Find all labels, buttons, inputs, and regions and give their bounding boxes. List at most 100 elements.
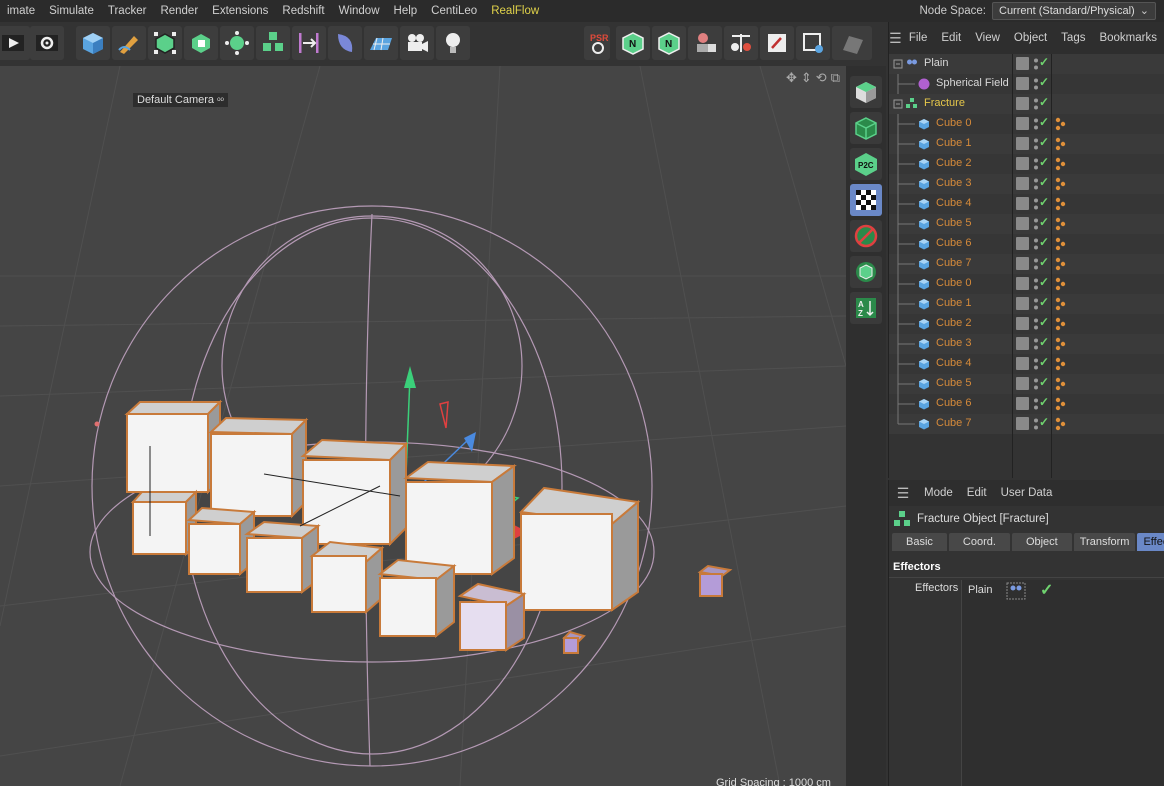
enabled-check-icon[interactable]: ✓ — [1039, 115, 1049, 129]
mograph-icon[interactable] — [256, 26, 290, 60]
enabled-check-icon[interactable]: ✓ — [1039, 155, 1049, 169]
layer-toggle-icon[interactable] — [1016, 57, 1029, 70]
layer-toggle-icon[interactable] — [1016, 357, 1029, 370]
effector-item-plain[interactable]: Plain — [968, 584, 992, 596]
layer-toggle-icon[interactable] — [1016, 197, 1029, 210]
render-tag-icon[interactable] — [850, 256, 882, 288]
no-render-icon[interactable] — [850, 220, 882, 252]
move-view-icon[interactable]: ✥ — [786, 70, 797, 86]
layer-toggle-icon[interactable] — [1016, 157, 1029, 170]
object-row[interactable]: Cube 3 ✓ — [889, 334, 1164, 354]
floor-icon[interactable] — [364, 26, 398, 60]
view-cube-icon[interactable] — [850, 76, 882, 108]
am-menu-mode[interactable]: Mode — [917, 487, 960, 499]
phong-tag-icon[interactable] — [1055, 317, 1067, 331]
menu-help[interactable]: Help — [387, 0, 425, 22]
layer-toggle-icon[interactable] — [1016, 337, 1029, 350]
subdivision-icon[interactable] — [148, 26, 182, 60]
object-name[interactable]: Cube 5 — [936, 377, 971, 389]
hamburger-icon[interactable]: ☰ — [889, 485, 917, 502]
node-icon[interactable]: N — [616, 26, 650, 60]
node-space-select[interactable]: Current (Standard/Physical) ⌄ — [992, 2, 1156, 20]
layer-toggle-icon[interactable] — [1016, 297, 1029, 310]
layer-toggle-icon[interactable] — [1016, 137, 1029, 150]
phong-tag-icon[interactable] — [1055, 237, 1067, 251]
enabled-check-icon[interactable]: ✓ — [1039, 55, 1049, 69]
menu-redshift[interactable]: Redshift — [275, 0, 331, 22]
object-row[interactable]: Cube 6 ✓ — [889, 234, 1164, 254]
menu-render[interactable]: Render — [153, 0, 205, 22]
object-row[interactable]: Cube 5 ✓ — [889, 374, 1164, 394]
maximize-view-icon[interactable]: ⧉ — [831, 70, 840, 86]
om-menu-file[interactable]: File — [902, 32, 935, 44]
phong-tag-icon[interactable] — [1055, 157, 1067, 171]
rotate-view-icon[interactable]: ⟲ — [816, 70, 827, 86]
object-name[interactable]: Cube 1 — [936, 137, 971, 149]
checker-icon[interactable] — [850, 184, 882, 216]
scale-icon[interactable] — [724, 26, 758, 60]
phong-tag-icon[interactable] — [1055, 117, 1067, 131]
enabled-check-icon[interactable]: ✓ — [1039, 235, 1049, 249]
am-menu-user-data[interactable]: User Data — [994, 487, 1060, 499]
enabled-check-icon[interactable]: ✓ — [1039, 375, 1049, 389]
enabled-check-icon[interactable]: ✓ — [1039, 335, 1049, 349]
extrude-icon[interactable] — [184, 26, 218, 60]
render-view-icon[interactable] — [0, 26, 30, 60]
phong-tag-icon[interactable] — [1055, 397, 1067, 411]
object-name[interactable]: Cube 4 — [936, 197, 971, 209]
phong-tag-icon[interactable] — [1055, 277, 1067, 291]
object-name[interactable]: Cube 0 — [936, 277, 971, 289]
tab-coord[interactable]: Coord. — [948, 533, 1010, 551]
camera-label[interactable]: Default Camera ᵒᵒ — [133, 93, 228, 107]
phong-tag-icon[interactable] — [1055, 257, 1067, 271]
om-menu-edit[interactable]: Edit — [934, 32, 968, 44]
person-icon[interactable] — [688, 26, 722, 60]
camera-icon[interactable] — [400, 26, 434, 60]
layer-toggle-icon[interactable] — [1016, 377, 1029, 390]
object-name[interactable]: Plain — [924, 57, 948, 69]
layer-toggle-icon[interactable] — [1016, 217, 1029, 230]
layer-toggle-icon[interactable] — [1016, 177, 1029, 190]
node-edit-icon[interactable]: N — [652, 26, 686, 60]
om-menu-tags[interactable]: Tags — [1054, 32, 1092, 44]
om-menu-view[interactable]: View — [968, 32, 1007, 44]
enabled-check-icon[interactable]: ✓ — [1039, 275, 1049, 289]
spline-icon[interactable] — [292, 26, 326, 60]
om-menu-object[interactable]: Object — [1007, 32, 1054, 44]
phong-tag-icon[interactable] — [1055, 137, 1067, 151]
wireframe-cube-icon[interactable] — [850, 112, 882, 144]
enabled-check-icon[interactable]: ✓ — [1039, 295, 1049, 309]
menu-tracker[interactable]: Tracker — [101, 0, 154, 22]
hamburger-icon[interactable]: ☰ — [889, 30, 902, 47]
object-name[interactable]: Cube 4 — [936, 357, 971, 369]
object-row[interactable]: Cube 1 ✓ — [889, 294, 1164, 314]
enabled-check-icon[interactable]: ✓ — [1039, 255, 1049, 269]
layer-toggle-icon[interactable] — [1016, 417, 1029, 430]
phong-tag-icon[interactable] — [1055, 377, 1067, 391]
phong-tag-icon[interactable] — [1055, 357, 1067, 371]
phong-tag-icon[interactable] — [1055, 217, 1067, 231]
object-row[interactable]: Plain ✓ — [889, 54, 1164, 74]
object-name[interactable]: Cube 1 — [936, 297, 971, 309]
object-row[interactable]: Cube 4 ✓ — [889, 354, 1164, 374]
object-row[interactable]: Cube 1 ✓ — [889, 134, 1164, 154]
layer-toggle-icon[interactable] — [1016, 77, 1029, 90]
enabled-check-icon[interactable]: ✓ — [1039, 195, 1049, 209]
object-name[interactable]: Cube 6 — [936, 237, 971, 249]
phong-tag-icon[interactable] — [1055, 417, 1067, 431]
tab-transform[interactable]: Transform — [1073, 533, 1136, 551]
object-row[interactable]: Spherical Field ✓ — [889, 74, 1164, 94]
object-row[interactable]: Cube 0 ✓ — [889, 114, 1164, 134]
menu-animate[interactable]: imate — [0, 0, 42, 22]
enabled-check-icon[interactable]: ✓ — [1039, 135, 1049, 149]
enabled-check-icon[interactable]: ✓ — [1039, 75, 1049, 89]
phong-tag-icon[interactable] — [1055, 297, 1067, 311]
phong-tag-icon[interactable] — [1055, 337, 1067, 351]
zoom-view-icon[interactable]: ⇕ — [801, 70, 812, 86]
object-row[interactable]: Cube 5 ✓ — [889, 214, 1164, 234]
p2c-icon[interactable]: P2C — [850, 148, 882, 180]
phong-tag-icon[interactable] — [1055, 177, 1067, 191]
enabled-check-icon[interactable]: ✓ — [1039, 175, 1049, 189]
object-row[interactable]: Cube 0 ✓ — [889, 274, 1164, 294]
enabled-check-icon[interactable]: ✓ — [1039, 415, 1049, 429]
